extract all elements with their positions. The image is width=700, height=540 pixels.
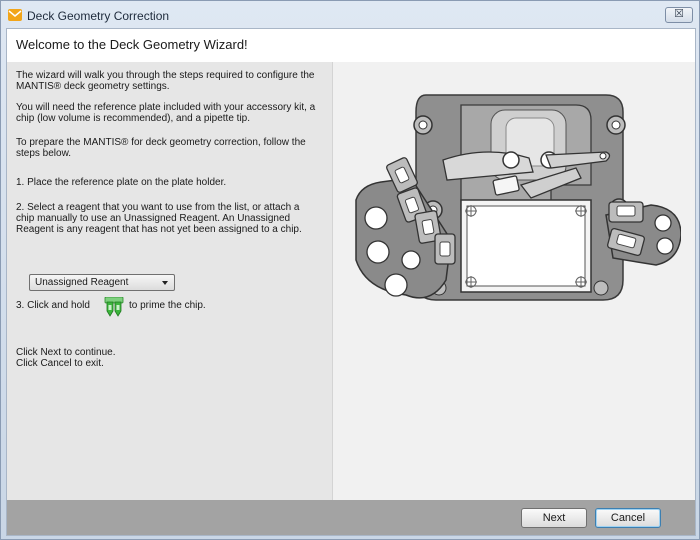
window-title: Deck Geometry Correction	[27, 9, 170, 23]
wizard-footer: Next Cancel	[7, 500, 695, 535]
page-title: Welcome to the Deck Geometry Wizard!	[16, 37, 248, 52]
wizard-client: Welcome to the Deck Geometry Wizard! The…	[6, 28, 696, 536]
step-2-text: 2. Select a reagent that you want to use…	[16, 202, 302, 235]
wizard-header: Welcome to the Deck Geometry Wizard!	[7, 29, 695, 63]
next-button[interactable]: Next	[521, 508, 587, 528]
instructions-panel: The wizard will walk you through the ste…	[7, 62, 333, 500]
title-bar: Deck Geometry Correction ☒	[1, 1, 699, 29]
step-3-suffix: to prime the chip.	[129, 300, 206, 311]
illustration-panel	[333, 62, 695, 500]
intro-text: The wizard will walk you through the ste…	[16, 70, 315, 92]
cancel-button[interactable]: Cancel	[595, 508, 661, 528]
close-button[interactable]: ☒	[665, 7, 693, 23]
step-1-text: 1. Place the reference plate on the plat…	[16, 177, 227, 188]
continue-hint: Click Next to continue.	[16, 347, 116, 358]
reagent-select-value: Unassigned Reagent	[35, 277, 129, 288]
requirements-text: You will need the reference plate includ…	[16, 102, 316, 124]
exit-hint: Click Cancel to exit.	[16, 358, 104, 369]
chevron-down-icon	[162, 281, 168, 285]
wizard-window: Deck Geometry Correction ☒ Welcome to th…	[0, 0, 700, 540]
prepare-text: To prepare the MANTIS® for deck geometry…	[16, 137, 306, 159]
reagent-select[interactable]: Unassigned Reagent	[29, 274, 175, 291]
deck-illustration	[355, 94, 681, 301]
prime-chip-icon[interactable]	[104, 297, 124, 317]
mail-icon	[8, 9, 22, 21]
